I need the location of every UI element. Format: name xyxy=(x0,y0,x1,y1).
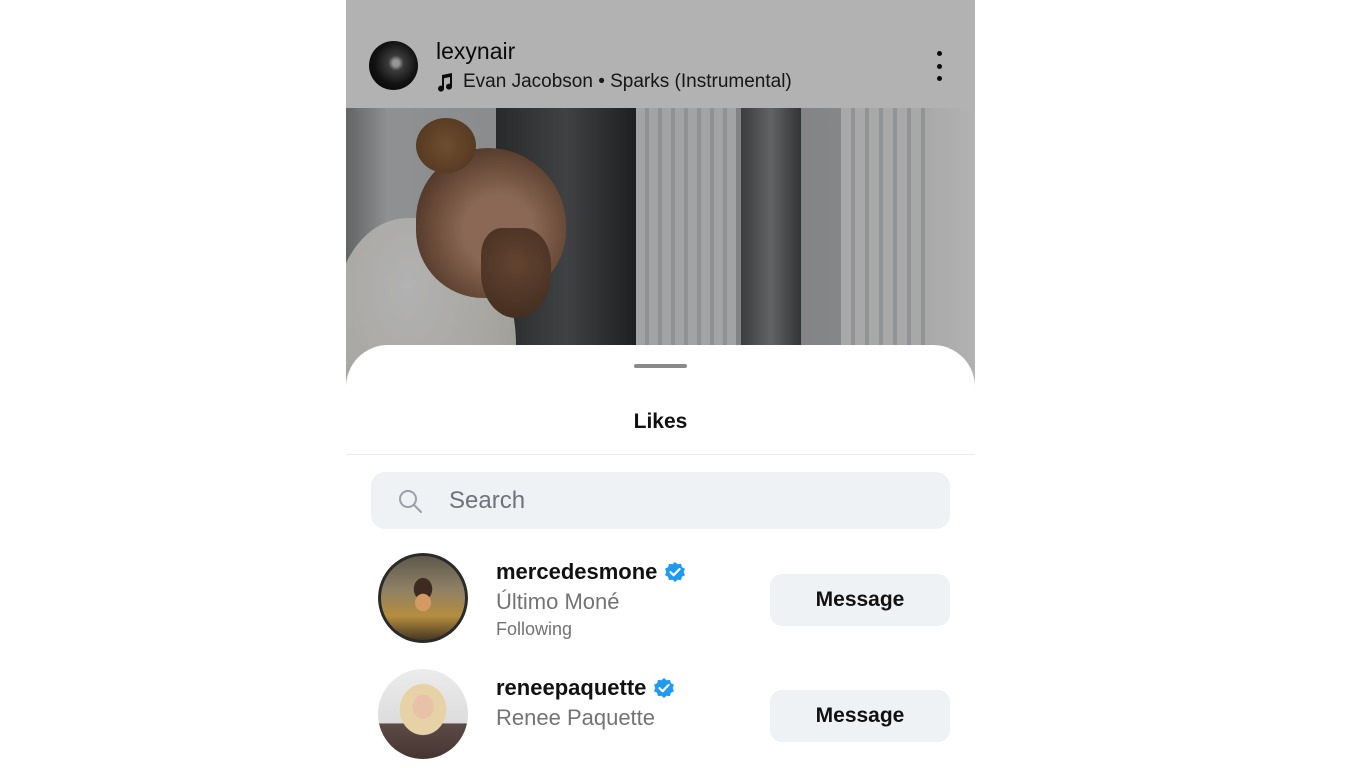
user-full-name: Renee Paquette xyxy=(496,705,656,730)
search-input[interactable] xyxy=(447,480,931,522)
message-button[interactable]: Message xyxy=(770,690,950,742)
search-box[interactable] xyxy=(371,472,950,529)
follow-status: Following xyxy=(496,619,573,639)
likes-sheet: Likes mercedesmone Último Moné Following… xyxy=(346,345,975,768)
sheet-title: Likes xyxy=(633,410,688,433)
username[interactable]: reneepaquette xyxy=(496,675,646,701)
list-item[interactable]: mercedesmone Último Moné Following Messa… xyxy=(371,553,951,645)
divider xyxy=(346,454,975,455)
username-line: mercedesmone xyxy=(496,559,686,585)
sheet-drag-handle[interactable] xyxy=(634,364,687,368)
verified-badge-icon xyxy=(665,562,686,582)
search-icon xyxy=(399,490,422,513)
list-item[interactable]: reneepaquette Renee Paquette Message xyxy=(371,669,951,761)
message-button[interactable]: Message xyxy=(770,574,950,626)
verified-badge-icon xyxy=(654,678,675,698)
avatar[interactable] xyxy=(378,669,468,759)
phone-screen: lexynair Evan Jacobson • Sparks (Instrum… xyxy=(346,0,975,768)
username-line: reneepaquette xyxy=(496,675,675,701)
user-full-name: Último Moné xyxy=(496,589,620,614)
avatar[interactable] xyxy=(378,553,468,643)
username[interactable]: mercedesmone xyxy=(496,559,657,585)
